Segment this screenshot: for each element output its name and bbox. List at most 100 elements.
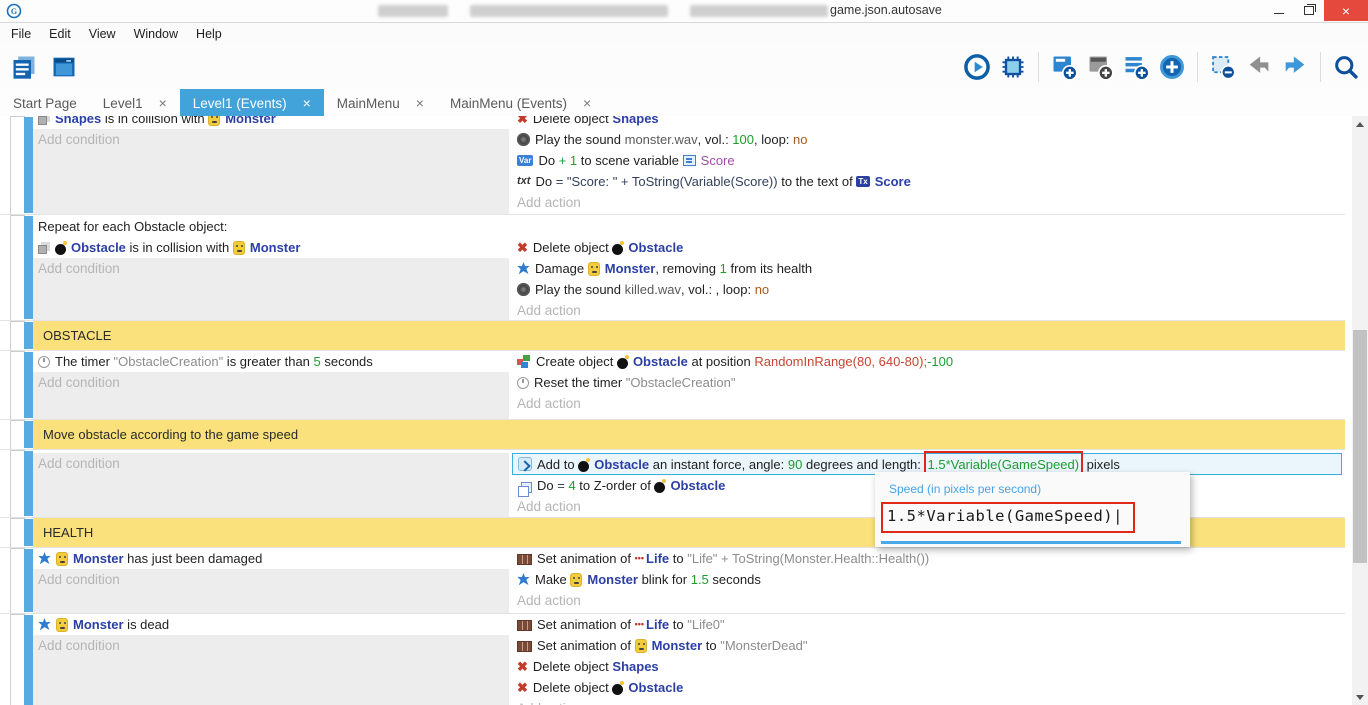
delete-icon: ✖ [517, 116, 528, 125]
action-row[interactable]: Make Monster blink for 1.5 seconds [512, 569, 1345, 590]
create-icon [517, 355, 531, 368]
repeat-event-header: Repeat for each Obstacle object: [33, 215, 1345, 237]
tab-close-icon[interactable]: × [583, 96, 591, 110]
action-row[interactable]: ✖Delete object Shapes [512, 656, 1345, 677]
conditions-column: Add condition [33, 453, 509, 517]
menu-view[interactable]: View [80, 27, 125, 41]
action-row[interactable]: Reset the timer "ObstacleCreation" [512, 372, 1345, 393]
add-action-button[interactable]: Add action [512, 698, 1345, 705]
window-title: game.json.autosave [830, 3, 942, 17]
tab-mainmenu[interactable]: MainMenu × [324, 89, 437, 117]
conditions-column: Monster is deadAdd condition [33, 614, 509, 705]
scenevar-icon [683, 155, 696, 166]
tab-close-icon[interactable]: × [159, 96, 167, 110]
preview-button[interactable] [961, 51, 993, 83]
vertical-scrollbar[interactable] [1352, 116, 1368, 705]
monster-icon [233, 241, 245, 255]
tab-mainmenu-events[interactable]: MainMenu (Events) × [437, 89, 604, 117]
menu-edit[interactable]: Edit [40, 27, 80, 41]
action-row[interactable]: txtDo = "Score: " + ToString(Variable(Sc… [512, 171, 1345, 192]
action-row[interactable]: Set animation of Monster to "MonsterDead… [512, 635, 1345, 656]
bomb-icon [612, 684, 623, 695]
add-event-other-button[interactable] [1156, 51, 1188, 83]
event-block: Repeat for each Obstacle object:Obstacle… [0, 214, 1345, 320]
tab-close-icon[interactable]: × [303, 96, 311, 110]
scroll-up-arrow-icon[interactable] [1352, 116, 1368, 132]
toolbar-right-group [961, 45, 1362, 89]
minimize-button[interactable] [1264, 0, 1294, 21]
action-row[interactable]: Play the sound monster.wav, vol.: 100, l… [512, 129, 1345, 150]
group-header-obstacle[interactable]: OBSTACLE [0, 320, 1345, 350]
add-action-button[interactable]: Add action [512, 300, 1345, 320]
burst-icon [517, 573, 530, 586]
actions-column: Create object Obstacle at position Rando… [509, 351, 1345, 419]
burst-icon [517, 262, 530, 275]
debugger-button[interactable] [997, 51, 1029, 83]
add-subevent-button[interactable] [1084, 51, 1116, 83]
bomb-icon [578, 461, 589, 472]
scene-editor-button[interactable] [48, 51, 80, 83]
toolbar [0, 45, 1368, 89]
clear-selection-button[interactable] [1207, 51, 1239, 83]
menu-window[interactable]: Window [125, 27, 187, 41]
add-event-button[interactable] [1048, 51, 1080, 83]
add-condition-button[interactable]: Add condition [33, 129, 509, 150]
comment-row[interactable]: Move obstacle according to the game spee… [0, 419, 1345, 449]
action-row[interactable]: Damage Monster, removing 1 from its heal… [512, 258, 1345, 279]
action-row[interactable]: VarDo + 1 to scene variable Score [512, 150, 1345, 171]
monster-icon [208, 116, 220, 126]
tab-start-page[interactable]: Start Page [0, 89, 90, 117]
gdevelop-window: G game.json.autosave × FileEditViewWindo… [0, 0, 1368, 705]
add-condition-button[interactable]: Add condition [33, 569, 509, 590]
add-condition-button[interactable]: Add condition [33, 635, 509, 656]
redo-button[interactable] [1279, 51, 1311, 83]
add-condition-button[interactable]: Add condition [33, 258, 509, 279]
add-condition-button[interactable]: Add condition [33, 453, 509, 474]
anim-icon [517, 641, 532, 652]
action-row[interactable]: Create object Obstacle at position Rando… [512, 351, 1345, 372]
add-condition-button[interactable]: Add condition [33, 372, 509, 393]
menu-file[interactable]: File [2, 27, 40, 41]
action-row[interactable]: ✖Delete object Obstacle [512, 677, 1345, 698]
expression-input[interactable]: 1.5*Variable(GameSpeed)| [887, 507, 1123, 525]
maximize-restore-button[interactable] [1294, 0, 1324, 21]
action-row[interactable]: ✖Delete object Shapes [512, 116, 1345, 129]
tab-close-icon[interactable]: × [416, 96, 424, 110]
expression-input-value: 1.5*Variable(GameSpeed) [887, 507, 1113, 525]
scroll-down-arrow-icon[interactable] [1352, 689, 1368, 705]
condition-row[interactable]: Obstacle is in collision with Monster [33, 237, 509, 258]
sound-icon [517, 283, 530, 296]
tab-label: MainMenu [337, 96, 400, 111]
add-action-button[interactable]: Add action [512, 192, 1345, 213]
condition-row[interactable]: The timer "ObstacleCreation" is greater … [33, 351, 509, 372]
annotation-red-box: 1.5*Variable(GameSpeed)| [881, 502, 1135, 533]
undo-button[interactable] [1243, 51, 1275, 83]
tab-level1-events[interactable]: Level1 (Events)× [180, 89, 324, 117]
event-block: Monster is deadAdd conditionSet animatio… [0, 613, 1345, 705]
search-button[interactable] [1330, 51, 1362, 83]
action-row[interactable]: Set animation of •••Life to "Life0" [512, 614, 1345, 635]
tab-label: MainMenu (Events) [450, 96, 567, 111]
action-row[interactable]: Play the sound killed.wav, vol.: , loop:… [512, 279, 1345, 300]
add-action-button[interactable]: Add action [512, 393, 1345, 414]
scrollbar-thumb[interactable] [1353, 330, 1367, 563]
condition-row[interactable]: Monster is dead [33, 614, 509, 635]
condition-row[interactable]: Shapes is in collision with Monster [33, 116, 509, 129]
textobj-icon: Tx [856, 176, 869, 187]
add-action-button[interactable]: Add action [512, 590, 1345, 611]
delete-icon: ✖ [517, 681, 528, 694]
zorder-icon [521, 482, 532, 493]
action-row[interactable]: ✖Delete object Obstacle [512, 237, 1345, 258]
action-row[interactable]: Set animation of •••Life to "Life" + ToS… [512, 548, 1345, 569]
project-manager-button[interactable] [8, 51, 40, 83]
condition-row[interactable]: Monster has just been damaged [33, 548, 509, 569]
close-button[interactable]: × [1324, 0, 1368, 21]
burst-icon [38, 618, 51, 631]
toolbar-left-group [0, 51, 80, 83]
redacted-title-segment [470, 5, 668, 17]
tab-level1[interactable]: Level1× [90, 89, 180, 117]
monster-icon [570, 573, 582, 587]
menu-help[interactable]: Help [187, 27, 231, 41]
text-cursor: | [1113, 507, 1123, 525]
add-comment-button[interactable] [1120, 51, 1152, 83]
